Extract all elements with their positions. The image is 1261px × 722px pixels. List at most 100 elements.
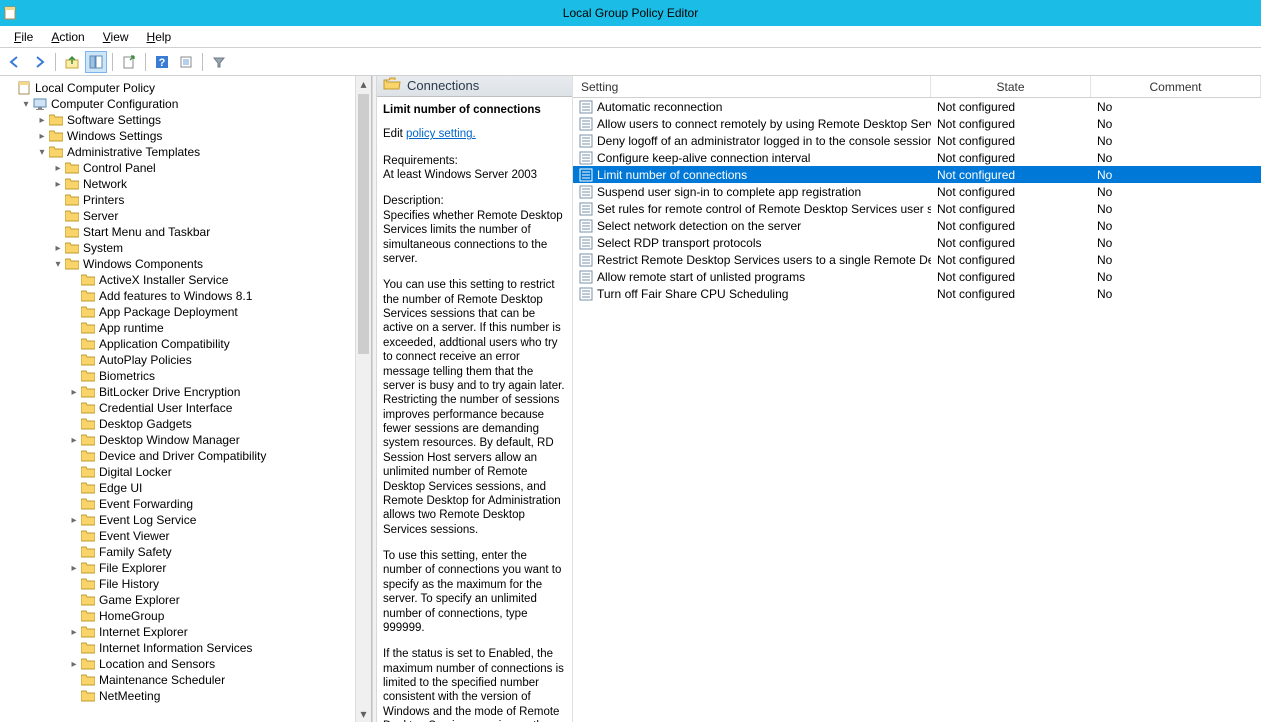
- tree-item[interactable]: ▸Location and Sensors: [0, 656, 355, 672]
- tree-item[interactable]: HomeGroup: [0, 608, 355, 624]
- help-button[interactable]: ?: [151, 51, 173, 73]
- tree-item[interactable]: Server: [0, 208, 355, 224]
- expand-toggle-icon[interactable]: ▸: [68, 563, 80, 574]
- setting-row[interactable]: Suspend user sign-in to complete app reg…: [573, 183, 1261, 200]
- collapse-toggle-icon[interactable]: ▾: [36, 147, 48, 158]
- tree-item[interactable]: Event Viewer: [0, 528, 355, 544]
- setting-name-cell: Select RDP transport protocols: [573, 236, 931, 250]
- tree-item[interactable]: App Package Deployment: [0, 304, 355, 320]
- col-state[interactable]: State: [931, 76, 1091, 97]
- folder-icon: [80, 448, 96, 464]
- expand-toggle-icon[interactable]: ▸: [68, 435, 80, 446]
- expand-toggle-icon[interactable]: ▸: [52, 179, 64, 190]
- forward-button[interactable]: [28, 51, 50, 73]
- setting-row[interactable]: Allow remote start of unlisted programsN…: [573, 268, 1261, 285]
- setting-state-cell: Not configured: [931, 236, 1091, 250]
- export-list-button[interactable]: [118, 51, 140, 73]
- settings-list-body[interactable]: Automatic reconnectionNot configuredNoAl…: [573, 98, 1261, 722]
- collapse-toggle-icon[interactable]: ▾: [20, 99, 32, 110]
- expand-toggle-icon[interactable]: ▸: [52, 163, 64, 174]
- expand-toggle-icon[interactable]: ▸: [68, 387, 80, 398]
- folder-icon: [80, 608, 96, 624]
- setting-name-cell: Turn off Fair Share CPU Scheduling: [573, 287, 931, 301]
- tree-item[interactable]: Digital Locker: [0, 464, 355, 480]
- scroll-thumb[interactable]: [358, 94, 369, 354]
- folder-icon: [80, 512, 96, 528]
- collapse-toggle-icon[interactable]: ▾: [52, 259, 64, 270]
- tree-item[interactable]: ▸Internet Explorer: [0, 624, 355, 640]
- tree-item[interactable]: ▸BitLocker Drive Encryption: [0, 384, 355, 400]
- tree-item[interactable]: ▸Windows Settings: [0, 128, 355, 144]
- setting-row[interactable]: Automatic reconnectionNot configuredNo: [573, 98, 1261, 115]
- tree-view[interactable]: Local Computer Policy▾Computer Configura…: [0, 76, 355, 722]
- tree-item[interactable]: NetMeeting: [0, 688, 355, 704]
- scroll-up-icon[interactable]: ▴: [356, 76, 371, 92]
- tree-item[interactable]: Family Safety: [0, 544, 355, 560]
- tree-item[interactable]: ▾Windows Components: [0, 256, 355, 272]
- expand-toggle-icon[interactable]: ▸: [36, 115, 48, 126]
- col-comment[interactable]: Comment: [1091, 76, 1261, 97]
- tree-item[interactable]: Device and Driver Compatibility: [0, 448, 355, 464]
- tree-item[interactable]: Edge UI: [0, 480, 355, 496]
- expand-toggle-icon[interactable]: ▸: [52, 243, 64, 254]
- setting-row[interactable]: Restrict Remote Desktop Services users t…: [573, 251, 1261, 268]
- tree-item[interactable]: ▸Control Panel: [0, 160, 355, 176]
- tree-item[interactable]: ▸Event Log Service: [0, 512, 355, 528]
- tree-item[interactable]: ▾Computer Configuration: [0, 96, 355, 112]
- tree-item[interactable]: ▸System: [0, 240, 355, 256]
- menu-view[interactable]: View: [95, 28, 137, 46]
- tree-item[interactable]: Biometrics: [0, 368, 355, 384]
- expand-toggle-icon[interactable]: ▸: [68, 627, 80, 638]
- menu-action[interactable]: Action: [43, 28, 92, 46]
- up-level-button[interactable]: [61, 51, 83, 73]
- back-button[interactable]: [4, 51, 26, 73]
- tree-item[interactable]: ▸ Desktop Window Manager: [0, 432, 355, 448]
- setting-row[interactable]: Select network detection on the serverNo…: [573, 217, 1261, 234]
- setting-row[interactable]: Deny logoff of an administrator logged i…: [573, 132, 1261, 149]
- tree-item[interactable]: Event Forwarding: [0, 496, 355, 512]
- menu-help[interactable]: Help: [139, 28, 180, 46]
- expand-toggle-icon[interactable]: ▸: [36, 131, 48, 142]
- tree-item[interactable]: ▸File Explorer: [0, 560, 355, 576]
- show-hide-tree-button[interactable]: [85, 51, 107, 73]
- tree-item[interactable]: Printers: [0, 192, 355, 208]
- properties-button[interactable]: [175, 51, 197, 73]
- tree-item[interactable]: ▸Network: [0, 176, 355, 192]
- tree-item[interactable]: File History: [0, 576, 355, 592]
- col-setting[interactable]: Setting: [573, 76, 931, 97]
- folder-icon: [80, 544, 96, 560]
- setting-row[interactable]: Select RDP transport protocolsNot config…: [573, 234, 1261, 251]
- tree-item[interactable]: Start Menu and Taskbar: [0, 224, 355, 240]
- tree-item[interactable]: Add features to Windows 8.1: [0, 288, 355, 304]
- expand-toggle-icon[interactable]: ▸: [68, 515, 80, 526]
- expand-toggle-icon[interactable]: ▸: [68, 659, 80, 670]
- tree-item[interactable]: ▸Software Settings: [0, 112, 355, 128]
- menu-file[interactable]: File: [6, 28, 41, 46]
- tree-item[interactable]: App runtime: [0, 320, 355, 336]
- filter-button[interactable]: [208, 51, 230, 73]
- setting-row[interactable]: Set rules for remote control of Remote D…: [573, 200, 1261, 217]
- tree-item[interactable]: AutoPlay Policies: [0, 352, 355, 368]
- tree-item[interactable]: Local Computer Policy: [0, 80, 355, 96]
- tree-item-label: Event Forwarding: [98, 497, 193, 511]
- setting-row[interactable]: Configure keep-alive connection interval…: [573, 149, 1261, 166]
- tree-item[interactable]: ▾Administrative Templates: [0, 144, 355, 160]
- tree-item-label: Game Explorer: [98, 593, 180, 607]
- setting-state-cell: Not configured: [931, 151, 1091, 165]
- tree-item[interactable]: Internet Information Services: [0, 640, 355, 656]
- tree-scrollbar[interactable]: ▴ ▾: [355, 76, 371, 722]
- tree-item[interactable]: Desktop Gadgets: [0, 416, 355, 432]
- setting-row[interactable]: Turn off Fair Share CPU SchedulingNot co…: [573, 285, 1261, 302]
- setting-state-cell: Not configured: [931, 253, 1091, 267]
- tree-item[interactable]: Credential User Interface: [0, 400, 355, 416]
- edit-policy-link[interactable]: policy setting.: [406, 128, 476, 140]
- tree-item[interactable]: Game Explorer: [0, 592, 355, 608]
- tree-item-label: Desktop Window Manager: [98, 433, 240, 447]
- tree-item[interactable]: Maintenance Scheduler: [0, 672, 355, 688]
- tree-item[interactable]: Application Compatibility: [0, 336, 355, 352]
- scroll-down-icon[interactable]: ▾: [356, 706, 371, 722]
- setting-row[interactable]: Allow users to connect remotely by using…: [573, 115, 1261, 132]
- setting-row[interactable]: Limit number of connectionsNot configure…: [573, 166, 1261, 183]
- tree-item[interactable]: ActiveX Installer Service: [0, 272, 355, 288]
- setting-name-cell: Deny logoff of an administrator logged i…: [573, 134, 931, 148]
